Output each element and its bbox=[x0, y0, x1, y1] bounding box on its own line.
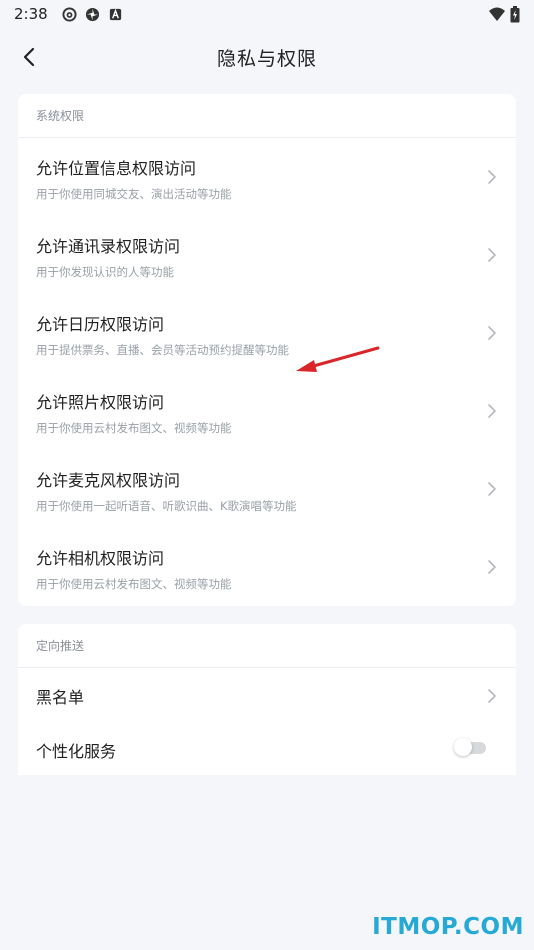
item-title: 允许照片权限访问 bbox=[36, 393, 165, 412]
personalized-service-item: 个性化服务 bbox=[18, 722, 516, 775]
targeted-push-card: 定向推送 黑名单 个性化服务 bbox=[18, 624, 516, 775]
toggle-knob bbox=[454, 738, 472, 756]
chevron-left-icon bbox=[23, 47, 35, 67]
photos-permission-item[interactable]: 允许照片权限访问 用于你使用云村发布图文、视频等功能 bbox=[18, 372, 516, 450]
blacklist-item[interactable]: 黑名单 bbox=[18, 668, 516, 722]
item-subtitle: 用于你使用同城交友、演出活动等功能 bbox=[36, 187, 232, 201]
item-title: 允许通讯录权限访问 bbox=[36, 237, 181, 256]
item-title: 允许日历权限访问 bbox=[36, 315, 165, 334]
back-button[interactable] bbox=[12, 40, 46, 74]
item-subtitle: 用于你使用云村发布图文、视频等功能 bbox=[36, 421, 232, 435]
app-a-icon bbox=[109, 8, 121, 20]
chevron-right-icon bbox=[488, 560, 496, 574]
annotation-arrow bbox=[296, 346, 380, 372]
nav-bar: 隐私与权限 bbox=[0, 34, 534, 80]
status-bar: 2:38 bbox=[0, 0, 534, 28]
chevron-right-icon bbox=[488, 482, 496, 496]
section-header-targeted-push: 定向推送 bbox=[18, 624, 516, 668]
item-title: 允许相机权限访问 bbox=[36, 549, 165, 568]
item-title: 个性化服务 bbox=[36, 742, 117, 761]
item-subtitle: 用于你发现认识的人等功能 bbox=[36, 265, 174, 279]
microphone-permission-item[interactable]: 允许麦克风权限访问 用于你使用一起听语音、听歌识曲、K歌演唱等功能 bbox=[18, 450, 516, 528]
pinwheel-icon bbox=[85, 7, 99, 21]
status-time: 2:38 bbox=[14, 5, 48, 23]
calendar-permission-item[interactable]: 允许日历权限访问 用于提供票务、直播、会员等活动预约提醒等功能 bbox=[18, 294, 516, 372]
chevron-right-icon bbox=[488, 248, 496, 262]
netease-music-icon bbox=[62, 6, 77, 22]
status-notification-icons bbox=[62, 6, 123, 22]
camera-permission-item[interactable]: 允许相机权限访问 用于你使用云村发布图文、视频等功能 bbox=[18, 528, 516, 606]
item-title: 允许麦克风权限访问 bbox=[36, 471, 181, 490]
status-system-icons bbox=[488, 5, 520, 23]
system-permissions-card: 系统权限 允许位置信息权限访问 用于你使用同城交友、演出活动等功能 允许通讯录权… bbox=[18, 94, 516, 606]
wifi-icon bbox=[489, 7, 505, 21]
page-title: 隐私与权限 bbox=[216, 47, 317, 70]
location-permission-item[interactable]: 允许位置信息权限访问 用于你使用同城交友、演出活动等功能 bbox=[18, 138, 516, 216]
chevron-right-icon bbox=[488, 170, 496, 184]
item-title: 允许位置信息权限访问 bbox=[36, 159, 197, 178]
item-subtitle: 用于你使用云村发布图文、视频等功能 bbox=[36, 577, 232, 591]
personalized-service-toggle[interactable] bbox=[454, 738, 490, 756]
watermark-logo: ITMOP.COM bbox=[372, 914, 524, 940]
contacts-permission-item[interactable]: 允许通讯录权限访问 用于你发现认识的人等功能 bbox=[18, 216, 516, 294]
section-header-system-permissions: 系统权限 bbox=[18, 94, 516, 138]
chevron-right-icon bbox=[488, 689, 496, 703]
battery-icon bbox=[510, 5, 520, 22]
item-subtitle: 用于你使用一起听语音、听歌识曲、K歌演唱等功能 bbox=[36, 499, 297, 513]
item-title: 黑名单 bbox=[36, 688, 85, 707]
item-subtitle: 用于提供票务、直播、会员等活动预约提醒等功能 bbox=[36, 343, 289, 357]
chevron-right-icon bbox=[488, 404, 496, 418]
chevron-right-icon bbox=[488, 326, 496, 340]
